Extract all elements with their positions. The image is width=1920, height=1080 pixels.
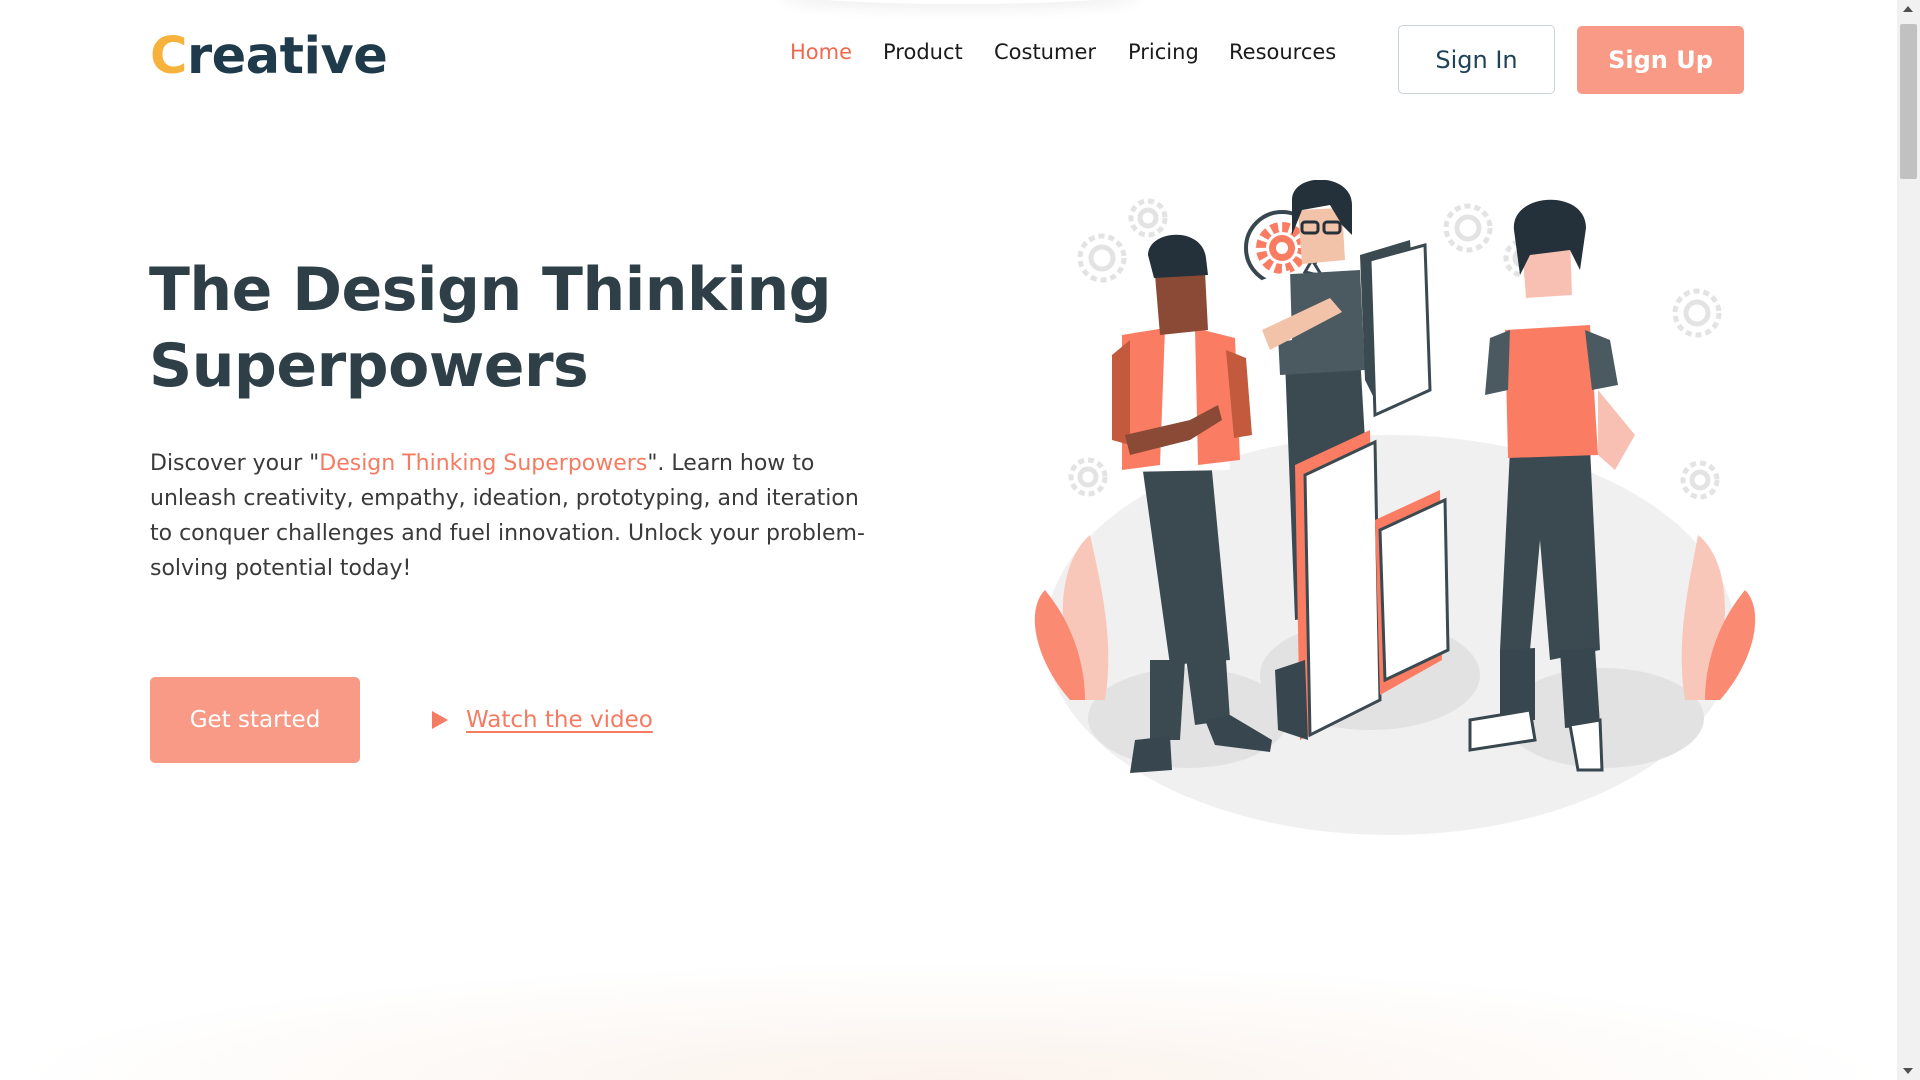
get-started-button[interactable]: Get started — [150, 677, 360, 763]
watch-video-link-group[interactable]: Watch the video — [432, 702, 653, 738]
hero-title: The Design Thinking Superpowers — [149, 252, 869, 404]
watch-video-link[interactable]: Watch the video — [466, 707, 653, 733]
nav-item-home[interactable]: Home — [790, 40, 852, 64]
nav-item-costumer[interactable]: Costumer — [994, 40, 1096, 64]
nav-item-product[interactable]: Product — [883, 40, 963, 64]
sign-up-button[interactable]: Sign Up — [1577, 26, 1744, 94]
nav-item-resources[interactable]: Resources — [1229, 40, 1336, 64]
hero-description: Discover your "Design Thinking Superpowe… — [150, 446, 870, 586]
scroll-down-arrow-icon[interactable] — [1903, 1068, 1913, 1074]
hero-title-line-2: Superpowers — [149, 331, 589, 401]
logo-first-letter: C — [150, 27, 187, 86]
sign-in-button[interactable]: Sign In — [1398, 25, 1555, 94]
hero-description-prefix: Discover your " — [150, 451, 320, 476]
logo-text: reative — [186, 27, 388, 86]
page-scrollbar[interactable] — [1897, 0, 1920, 1080]
scroll-up-arrow-icon[interactable] — [1903, 6, 1913, 12]
bottom-fade — [0, 960, 1898, 1080]
play-icon[interactable] — [432, 711, 448, 729]
header-shadow — [780, 0, 1140, 4]
logo[interactable]: Creative — [150, 22, 388, 92]
hero-title-line-1: The Design Thinking — [149, 255, 832, 325]
scrollbar-thumb[interactable] — [1900, 24, 1917, 179]
nav-item-pricing[interactable]: Pricing — [1128, 40, 1199, 64]
left-shadow — [1088, 668, 1288, 768]
team-with-puzzle-illustration — [1034, 180, 1756, 835]
hero-description-highlight: Design Thinking Superpowers — [319, 451, 648, 476]
